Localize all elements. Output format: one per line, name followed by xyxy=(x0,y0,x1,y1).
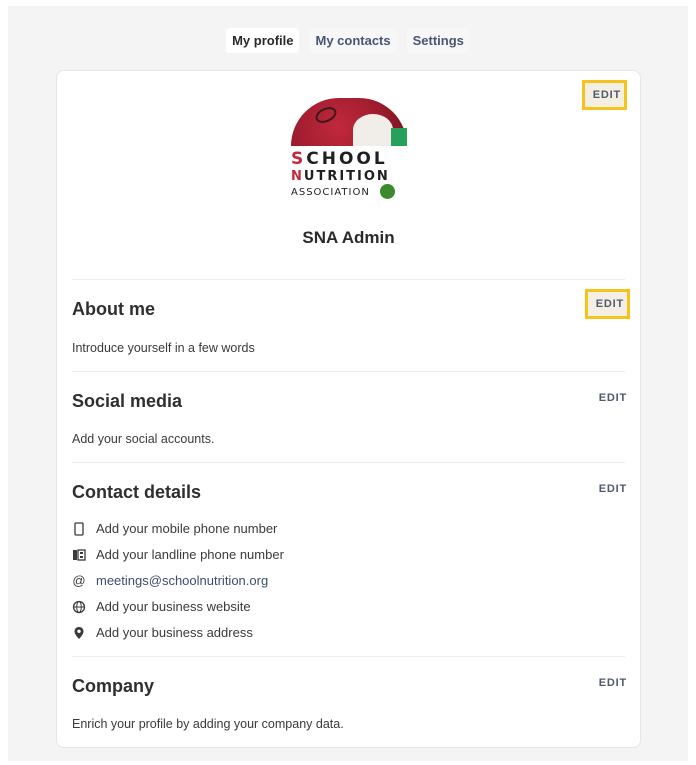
social-media-description: Add your social accounts. xyxy=(72,432,215,446)
company-description: Enrich your profile by adding your compa… xyxy=(72,717,344,731)
social-media-title: Social media xyxy=(72,391,183,411)
contact-address-row[interactable]: Add your business address xyxy=(72,625,253,640)
contact-mobile-text: Add your mobile phone number xyxy=(96,521,278,536)
social-media-section: Social media EDIT Add your social accoun… xyxy=(72,371,627,463)
company-section: Company EDIT Enrich your profile by addi… xyxy=(72,656,627,747)
tab-my-contacts[interactable]: My contacts xyxy=(309,28,397,53)
contact-address-text: Add your business address xyxy=(96,625,253,640)
logo-text-line-2: NUTRITION xyxy=(291,169,390,184)
online-status-dot xyxy=(380,184,395,199)
contact-landline-row[interactable]: Add your landline phone number xyxy=(72,547,284,562)
contact-email-row[interactable]: @ meetings@schoolnutrition.org xyxy=(72,573,268,588)
edit-contact-details-button[interactable]: EDIT xyxy=(599,483,627,495)
location-pin-icon xyxy=(72,626,86,640)
about-me-description: Introduce yourself in a few words xyxy=(72,341,255,355)
contact-website-row[interactable]: Add your business website xyxy=(72,599,251,614)
profile-card: EDIT SCHOOL NUTRITION ASSOCIATION SNA Ad… xyxy=(56,70,641,748)
logo-text-line-1: SCHOOL xyxy=(291,149,388,169)
edit-about-me-button[interactable]: EDIT xyxy=(584,289,631,319)
contact-details-title: Contact details xyxy=(72,482,202,502)
contact-email-link[interactable]: meetings@schoolnutrition.org xyxy=(96,573,268,588)
company-title: Company xyxy=(72,676,155,696)
contact-mobile-row[interactable]: Add your mobile phone number xyxy=(72,521,277,536)
about-me-title: About me xyxy=(72,299,155,319)
tab-my-profile[interactable]: My profile xyxy=(226,28,300,53)
edit-social-media-button[interactable]: EDIT xyxy=(599,392,627,404)
at-sign-icon: @ xyxy=(72,573,86,588)
about-me-section: About me EDIT Introduce yourself in a fe… xyxy=(72,279,631,372)
edit-profile-button[interactable]: EDIT xyxy=(581,80,628,110)
edit-company-button[interactable]: EDIT xyxy=(599,677,627,689)
profile-tabs: My profile My contacts Settings xyxy=(0,28,696,53)
profile-name: SNA Admin xyxy=(302,228,395,247)
globe-icon xyxy=(72,600,86,614)
landline-phone-icon xyxy=(72,548,86,562)
mobile-phone-icon xyxy=(72,521,86,536)
contact-website-text: Add your business website xyxy=(96,599,251,614)
tab-settings[interactable]: Settings xyxy=(406,28,470,53)
apple-bite-graphic xyxy=(353,114,393,146)
contact-landline-text: Add your landline phone number xyxy=(96,547,284,562)
logo-stripe-graphic xyxy=(391,128,407,146)
contact-details-section: Contact details EDIT Add your mobile pho… xyxy=(72,462,627,657)
